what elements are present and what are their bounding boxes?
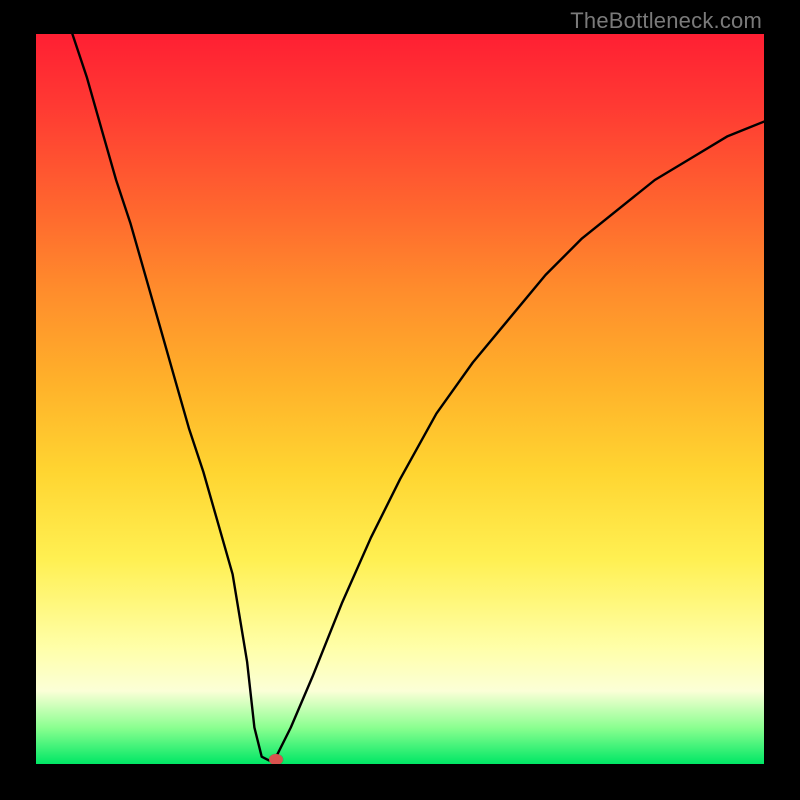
optimum-marker	[269, 754, 283, 764]
bottleneck-curve	[36, 34, 764, 764]
chart-frame: TheBottleneck.com	[0, 0, 800, 800]
attribution-watermark: TheBottleneck.com	[570, 8, 762, 34]
plot-area	[36, 34, 764, 764]
